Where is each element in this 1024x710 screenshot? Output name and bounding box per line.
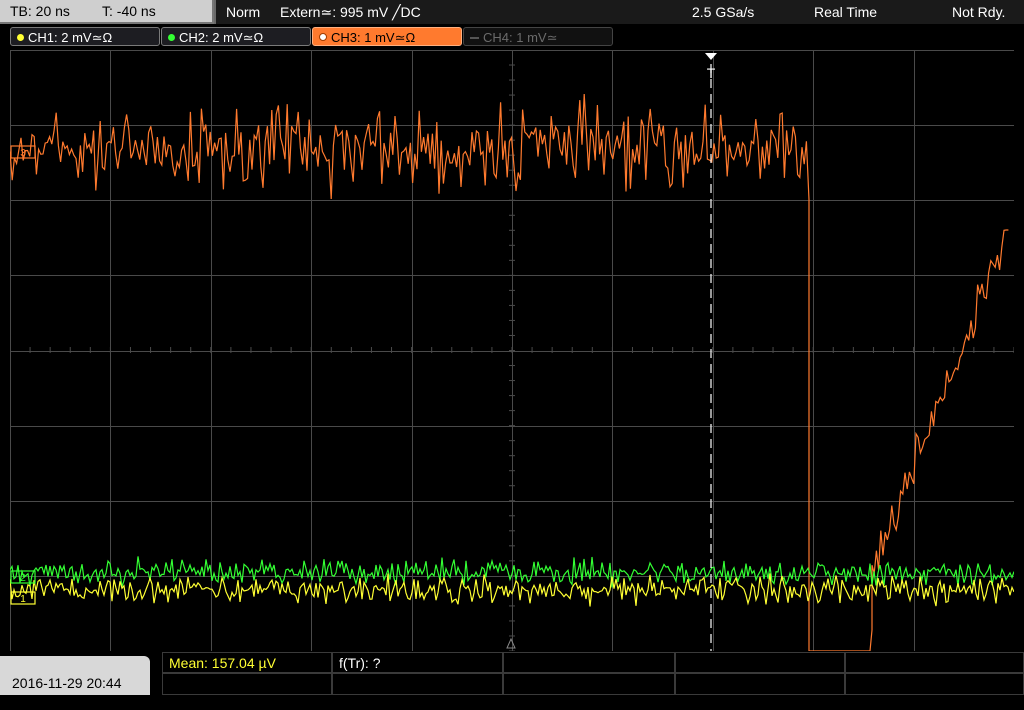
acquisition-mode[interactable]: Real Time [814, 0, 877, 24]
sample-rate[interactable]: 2.5 GSa/s [692, 0, 754, 24]
measurement-slot-5[interactable] [845, 652, 1024, 673]
measurement-slot-6[interactable] [162, 673, 332, 695]
trigger-time-readout: T: -40 ns [102, 3, 156, 19]
measurement-slot-8[interactable] [503, 673, 675, 695]
timebase-readout: TB: 20 ns [10, 3, 70, 19]
waveform-display[interactable]: T 3 2 1 [10, 50, 1014, 651]
trigger-source[interactable]: Extern≃: 995 mV ╱DC [280, 0, 421, 24]
divider [214, 0, 216, 24]
channel-2-label: CH2: 2 mV≃Ω [179, 30, 264, 45]
channel-4-tab[interactable]: CH4: 1 mV≃ [463, 27, 613, 46]
channel-1-dot-icon [17, 34, 24, 41]
frequency-measurement[interactable]: f(Tr): ? [332, 652, 503, 673]
channel-3-tab[interactable]: CH3: 1 mV≃Ω [312, 27, 462, 46]
measurement-slot-7[interactable] [332, 673, 503, 695]
measurement-slot-10[interactable] [845, 673, 1024, 695]
channel-4-dash-icon [470, 37, 479, 39]
channel-2-marker-label: 2 [20, 573, 26, 584]
date-time: 2016-11-29 20:44 [0, 656, 150, 695]
mean-measurement[interactable]: Mean: 157.04 µV [162, 652, 332, 673]
channel-3-label: CH3: 1 mV≃Ω [331, 30, 416, 45]
trigger-mode[interactable]: Norm [226, 0, 260, 24]
top-status-bar: TB: 20 ns T: -40 ns Norm Extern≃: 995 mV… [0, 0, 1024, 24]
channel-2-tab[interactable]: CH2: 2 mV≃Ω [161, 27, 311, 46]
measurement-slot-4[interactable] [675, 652, 845, 673]
measurement-slot-9[interactable] [675, 673, 845, 695]
trigger-marker: T [707, 65, 716, 81]
channel-4-label: CH4: 1 mV≃ [483, 30, 558, 45]
channel-1-label: CH1: 2 mV≃Ω [28, 30, 113, 45]
channel-2-dot-icon [168, 34, 175, 41]
run-status[interactable]: Not Rdy. [952, 0, 1005, 24]
channel-3-marker-label: 3 [20, 148, 26, 159]
measurement-slot-3[interactable] [503, 652, 675, 673]
measurement-panel[interactable]: Mean: 157.04 µV f(Tr): ? [162, 652, 1024, 695]
channel-3-dot-icon [319, 33, 327, 41]
channel-1-tab[interactable]: CH1: 2 mV≃Ω [10, 27, 160, 46]
channel-tabs: CH1: 2 mV≃Ω CH2: 2 mV≃Ω CH3: 1 mV≃Ω CH4:… [0, 26, 1024, 50]
timebase-box[interactable]: TB: 20 ns T: -40 ns [0, 0, 214, 24]
channel-1-marker-label: 1 [20, 594, 26, 605]
